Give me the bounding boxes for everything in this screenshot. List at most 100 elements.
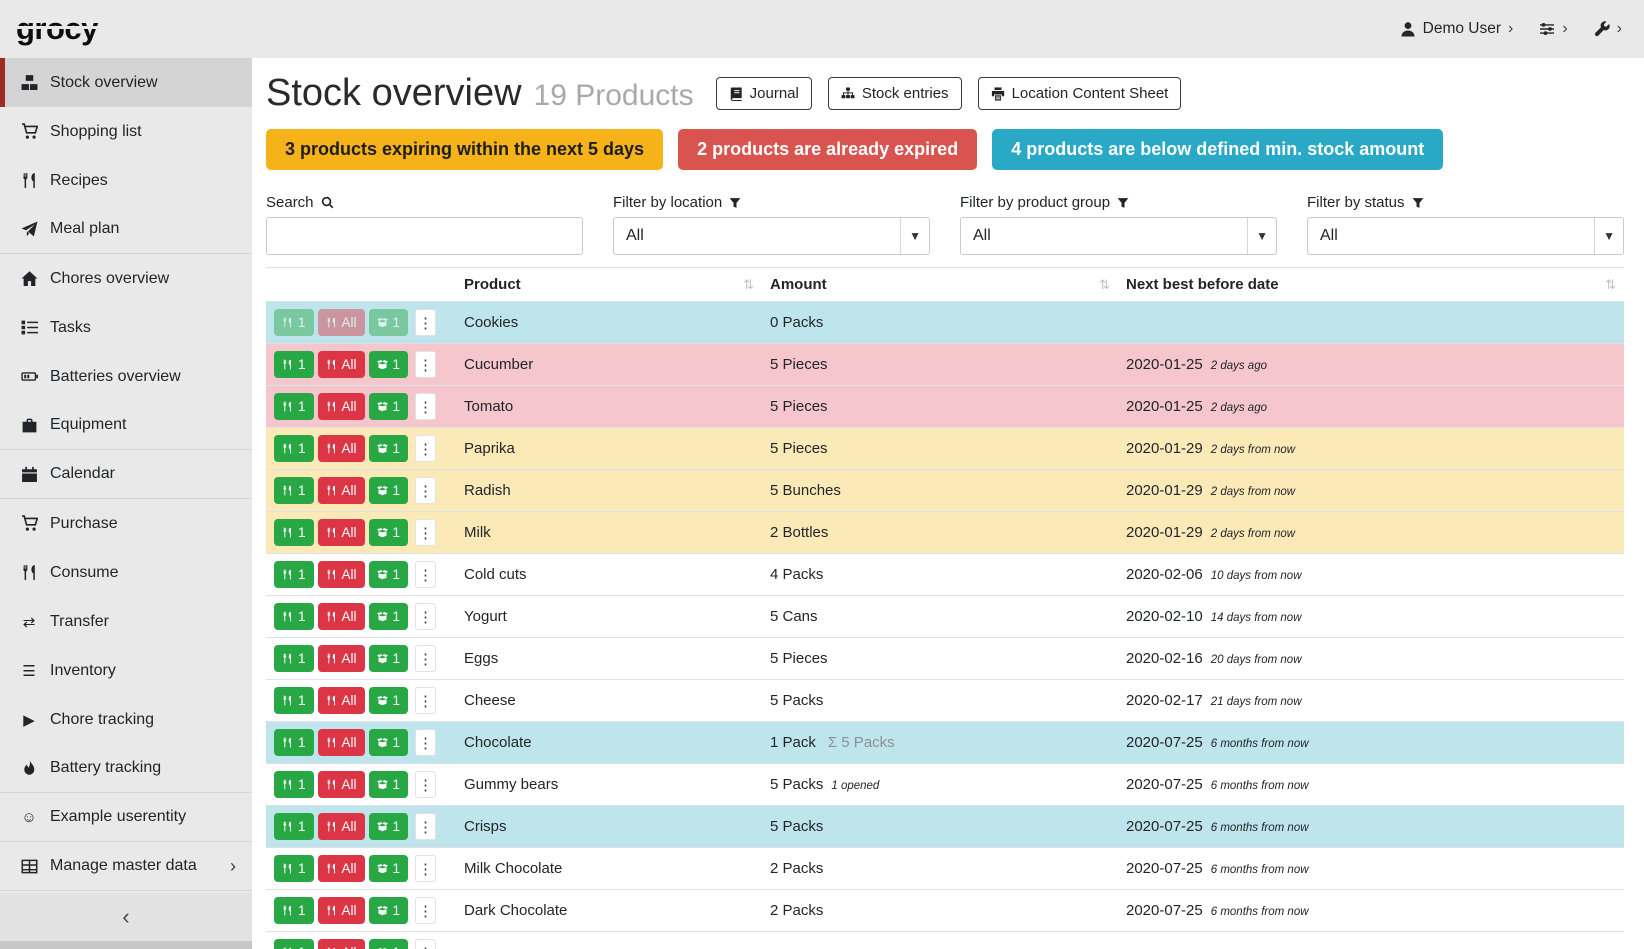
consume-all-button[interactable]: All bbox=[318, 897, 365, 924]
open-one-button[interactable]: 1 bbox=[369, 309, 409, 336]
sidebar-item-consume[interactable]: Consume bbox=[0, 548, 252, 597]
consume-one-button[interactable]: 1 bbox=[274, 813, 314, 840]
row-menu-button[interactable]: ⋮ bbox=[415, 561, 436, 588]
consume-one-button[interactable]: 1 bbox=[274, 645, 314, 672]
row-menu-button[interactable]: ⋮ bbox=[415, 351, 436, 378]
table-header-product[interactable]: Product⇅ bbox=[456, 268, 762, 302]
settings-menu[interactable]: › bbox=[1539, 20, 1567, 38]
consume-one-button[interactable]: 1 bbox=[274, 729, 314, 756]
open-one-button[interactable]: 1 bbox=[369, 477, 409, 504]
sidebar-item-batteries-overview[interactable]: Batteries overview bbox=[0, 352, 252, 401]
amount-cell: 5 Pieces bbox=[762, 386, 1118, 428]
sidebar-item-manage-master-data[interactable]: Manage master data › bbox=[0, 842, 252, 891]
open-one-button[interactable]: 1 bbox=[369, 351, 409, 378]
consume-one-button[interactable]: 1 bbox=[274, 435, 314, 462]
consume-one-button[interactable]: 1 bbox=[274, 393, 314, 420]
consume-all-button[interactable]: All bbox=[318, 645, 365, 672]
row-menu-button[interactable]: ⋮ bbox=[415, 435, 436, 462]
sidebar-item-chore-tracking[interactable]: ▶ Chore tracking bbox=[0, 695, 252, 744]
consume-one-button[interactable]: 1 bbox=[274, 771, 314, 798]
consume-one-button[interactable]: 1 bbox=[274, 477, 314, 504]
row-menu-button[interactable]: ⋮ bbox=[415, 729, 436, 756]
open-one-button[interactable]: 1 bbox=[369, 729, 409, 756]
consume-one-button[interactable]: 1 bbox=[274, 897, 314, 924]
consume-one-button[interactable]: 1 bbox=[274, 351, 314, 378]
open-one-button[interactable]: 1 bbox=[369, 435, 409, 462]
product-group-filter-select[interactable]: All ▼ bbox=[960, 217, 1277, 255]
consume-one-button[interactable]: 1 bbox=[274, 309, 314, 336]
sidebar-item-transfer[interactable]: ⇄ Transfer bbox=[0, 597, 252, 646]
sidebar-item-meal-plan[interactable]: Meal plan bbox=[0, 205, 252, 254]
consume-all-button[interactable]: All bbox=[318, 603, 365, 630]
consume-all-button[interactable]: All bbox=[318, 435, 365, 462]
row-menu-button[interactable]: ⋮ bbox=[415, 687, 436, 714]
consume-all-button[interactable]: All bbox=[318, 687, 365, 714]
consume-all-button[interactable]: All bbox=[318, 309, 365, 336]
sidebar-item-battery-tracking[interactable]: Battery tracking bbox=[0, 744, 252, 793]
consume-all-button[interactable]: All bbox=[318, 813, 365, 840]
sidebar-item-calendar[interactable]: Calendar bbox=[0, 450, 252, 499]
status-banner-1[interactable]: 2 products are already expired bbox=[678, 129, 977, 170]
open-one-button[interactable]: 1 bbox=[369, 939, 409, 949]
open-one-button[interactable]: 1 bbox=[369, 393, 409, 420]
sidebar-item-stock-overview[interactable]: Stock overview bbox=[0, 58, 252, 107]
location-content-sheet-button[interactable]: Location Content Sheet bbox=[978, 77, 1182, 110]
consume-all-button[interactable]: All bbox=[318, 729, 365, 756]
row-menu-button[interactable]: ⋮ bbox=[415, 771, 436, 798]
row-menu-button[interactable]: ⋮ bbox=[415, 897, 436, 924]
row-menu-button[interactable]: ⋮ bbox=[415, 645, 436, 672]
row-menu-button[interactable]: ⋮ bbox=[415, 309, 436, 336]
consume-one-button[interactable]: 1 bbox=[274, 519, 314, 546]
stock-entries-button[interactable]: Stock entries bbox=[828, 77, 962, 110]
sidebar-item-example-userentity[interactable]: ☺ Example userentity bbox=[0, 793, 252, 842]
open-one-button[interactable]: 1 bbox=[369, 813, 409, 840]
status-filter-select[interactable]: All ▼ bbox=[1307, 217, 1624, 255]
row-menu-button[interactable]: ⋮ bbox=[415, 603, 436, 630]
consume-all-button[interactable]: All bbox=[318, 939, 365, 949]
sidebar-item-recipes[interactable]: Recipes bbox=[0, 156, 252, 205]
consume-all-button[interactable]: All bbox=[318, 561, 365, 588]
status-banner-2[interactable]: 4 products are below defined min. stock … bbox=[992, 129, 1443, 170]
open-one-button[interactable]: 1 bbox=[369, 771, 409, 798]
open-one-button[interactable]: 1 bbox=[369, 561, 409, 588]
sidebar-item-shopping-list[interactable]: Shopping list bbox=[0, 107, 252, 156]
consume-all-button[interactable]: All bbox=[318, 351, 365, 378]
consume-all-button[interactable]: All bbox=[318, 855, 365, 882]
open-one-button[interactable]: 1 bbox=[369, 687, 409, 714]
status-banner-0[interactable]: 3 products expiring within the next 5 da… bbox=[266, 129, 663, 170]
row-menu-button[interactable]: ⋮ bbox=[415, 855, 436, 882]
row-menu-button[interactable]: ⋮ bbox=[415, 477, 436, 504]
row-menu-button[interactable]: ⋮ bbox=[415, 393, 436, 420]
table-row: 1 All 1 ⋮ Cucumber 5 Pieces 2020-01-252 … bbox=[266, 344, 1624, 386]
row-menu-button[interactable]: ⋮ bbox=[415, 813, 436, 840]
row-menu-button[interactable]: ⋮ bbox=[415, 939, 436, 949]
open-one-button[interactable]: 1 bbox=[369, 645, 409, 672]
sidebar-item-tasks[interactable]: Tasks bbox=[0, 303, 252, 352]
open-one-button[interactable]: 1 bbox=[369, 855, 409, 882]
sidebar-item-equipment[interactable]: Equipment bbox=[0, 401, 252, 450]
consume-one-button[interactable]: 1 bbox=[274, 687, 314, 714]
sidebar-item-purchase[interactable]: Purchase bbox=[0, 499, 252, 548]
search-input[interactable] bbox=[266, 217, 583, 255]
table-header-date[interactable]: Next best before date⇅ bbox=[1118, 268, 1624, 302]
open-one-button[interactable]: 1 bbox=[369, 603, 409, 630]
user-menu[interactable]: Demo User › bbox=[1400, 20, 1514, 38]
sidebar-collapse-button[interactable]: ‹ bbox=[0, 893, 252, 941]
consume-all-button[interactable]: All bbox=[318, 519, 365, 546]
open-one-button[interactable]: 1 bbox=[369, 519, 409, 546]
admin-menu[interactable]: › bbox=[1594, 20, 1622, 38]
consume-all-button[interactable]: All bbox=[318, 477, 365, 504]
open-one-button[interactable]: 1 bbox=[369, 897, 409, 924]
journal-button[interactable]: Journal bbox=[716, 77, 812, 110]
consume-one-button[interactable]: 1 bbox=[274, 561, 314, 588]
consume-one-button[interactable]: 1 bbox=[274, 939, 314, 949]
sidebar-item-inventory[interactable]: ☰ Inventory bbox=[0, 646, 252, 695]
row-menu-button[interactable]: ⋮ bbox=[415, 519, 436, 546]
sidebar-item-chores-overview[interactable]: Chores overview bbox=[0, 254, 252, 303]
consume-all-button[interactable]: All bbox=[318, 393, 365, 420]
location-filter-select[interactable]: All ▼ bbox=[613, 217, 930, 255]
consume-all-button[interactable]: All bbox=[318, 771, 365, 798]
consume-one-button[interactable]: 1 bbox=[274, 855, 314, 882]
table-header-amount[interactable]: Amount⇅ bbox=[762, 268, 1118, 302]
consume-one-button[interactable]: 1 bbox=[274, 603, 314, 630]
